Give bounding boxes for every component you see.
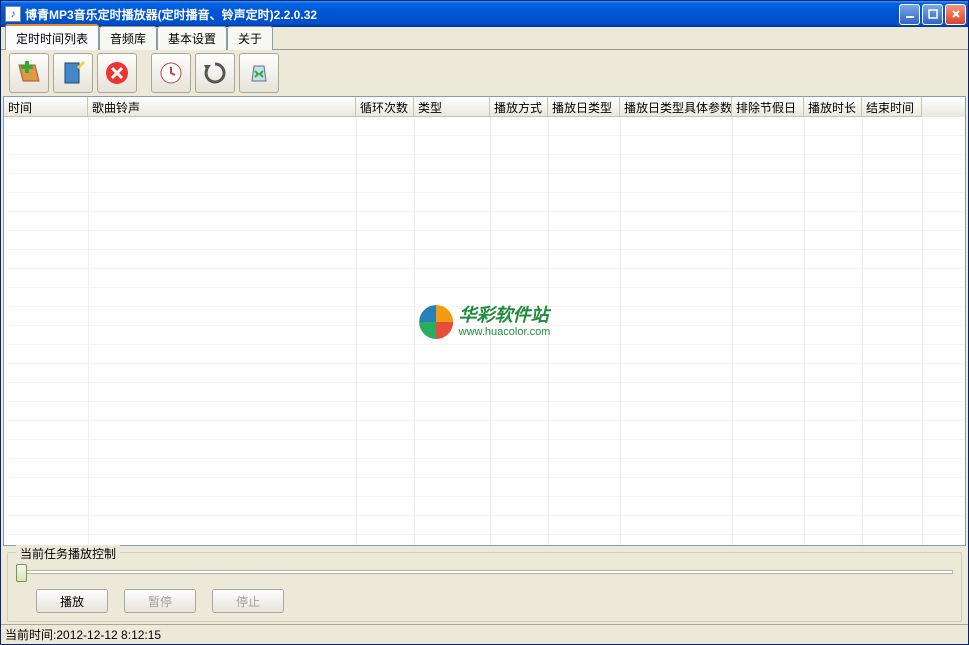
col-endtime[interactable]: 结束时间 (862, 97, 922, 117)
tab-about[interactable]: 关于 (227, 26, 273, 50)
status-bar: 当前时间: 2012-12-12 8:12:15 (1, 624, 968, 644)
watermark-title: 华彩软件站 (459, 306, 551, 326)
col-duration[interactable]: 播放时长 (804, 97, 862, 117)
tab-schedule-list[interactable]: 定时时间列表 (5, 24, 99, 50)
close-button[interactable] (945, 4, 966, 25)
delete-button[interactable] (97, 53, 137, 93)
clock-button[interactable] (151, 53, 191, 93)
edit-button[interactable] (53, 53, 93, 93)
col-song[interactable]: 歌曲铃声 (88, 97, 356, 117)
tab-label: 基本设置 (168, 32, 216, 46)
col-holiday[interactable]: 排除节假日 (732, 97, 804, 117)
window-title: 博青MP3音乐定时播放器(定时播音、铃声定时)2.2.0.32 (25, 6, 899, 23)
tab-settings[interactable]: 基本设置 (157, 26, 227, 50)
tab-label: 定时时间列表 (16, 32, 88, 46)
playback-slider[interactable] (16, 563, 953, 581)
grid-header-row: 时间 歌曲铃声 循环次数 类型 播放方式 播放日类型 播放日类型具体参数 排除节… (4, 97, 965, 117)
data-grid[interactable]: 时间 歌曲铃声 循环次数 类型 播放方式 播放日类型 播放日类型具体参数 排除节… (3, 96, 966, 546)
grid-body[interactable]: 华彩软件站 www.huacolor.com (4, 117, 965, 545)
col-dayparam[interactable]: 播放日类型具体参数 (620, 97, 732, 117)
watermark-url: www.huacolor.com (459, 326, 551, 338)
status-time-label: 当前时间: (5, 626, 56, 643)
titlebar[interactable]: ♪ 博青MP3音乐定时播放器(定时播音、铃声定时)2.2.0.32 (1, 1, 968, 27)
recycle-button[interactable] (239, 53, 279, 93)
slider-thumb[interactable] (16, 564, 27, 582)
pause-button[interactable]: 暂停 (124, 589, 196, 613)
col-loop[interactable]: 循环次数 (356, 97, 414, 117)
refresh-button[interactable] (195, 53, 235, 93)
col-time[interactable]: 时间 (4, 97, 88, 117)
col-type[interactable]: 类型 (414, 97, 490, 117)
slider-rail (16, 570, 953, 574)
playback-group-label: 当前任务播放控制 (16, 545, 120, 562)
maximize-button[interactable] (922, 4, 943, 25)
tab-label: 关于 (238, 32, 262, 46)
playback-control-group: 当前任务播放控制 播放 暂停 停止 (7, 552, 962, 622)
app-icon: ♪ (5, 6, 21, 22)
tab-strip: 定时时间列表 音频库 基本设置 关于 (1, 27, 968, 50)
col-playmode[interactable]: 播放方式 (490, 97, 548, 117)
col-daytype[interactable]: 播放日类型 (548, 97, 620, 117)
toolbar (1, 50, 968, 96)
tab-audio-library[interactable]: 音频库 (99, 26, 157, 50)
watermark: 华彩软件站 www.huacolor.com (419, 305, 551, 339)
app-window: ♪ 博青MP3音乐定时播放器(定时播音、铃声定时)2.2.0.32 定时时间列表… (0, 0, 969, 645)
minimize-button[interactable] (899, 4, 920, 25)
tab-label: 音频库 (110, 32, 146, 46)
status-time-value: 2012-12-12 8:12:15 (56, 628, 161, 642)
add-button[interactable] (9, 53, 49, 93)
watermark-logo-icon (419, 305, 453, 339)
play-button[interactable]: 播放 (36, 589, 108, 613)
stop-button[interactable]: 停止 (212, 589, 284, 613)
